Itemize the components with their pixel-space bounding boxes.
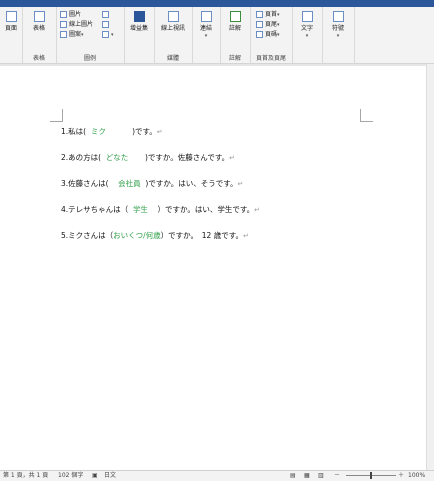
paragraph-mark: ↵ bbox=[229, 154, 235, 162]
vertical-scrollbar[interactable] bbox=[426, 64, 434, 470]
page-number-button[interactable]: 頁碼▾ bbox=[256, 30, 280, 39]
document-page[interactable]: 1.私は( ミク )です。↵ 2.あの方は( どなた )ですか。佐藤さんです。↵… bbox=[0, 66, 426, 470]
margin-corner-top-right bbox=[360, 109, 373, 122]
paragraph-mark: ↵ bbox=[242, 232, 249, 240]
answer: おいくつ/何歳 bbox=[113, 231, 161, 240]
answer: ミク bbox=[90, 127, 106, 136]
online-video-button[interactable]: 線上視訊 bbox=[156, 11, 190, 32]
shapes-button[interactable]: 圖案▾ bbox=[60, 30, 84, 39]
line-1: 1.私は( ミク )です。↵ bbox=[61, 127, 163, 136]
group-illustrations: 圖片 線上圖片 圖案▾ ▾ 圖例 bbox=[56, 7, 125, 63]
answer: 学生 bbox=[132, 205, 148, 214]
table-icon bbox=[33, 11, 45, 22]
margin-corner-top-left bbox=[50, 109, 63, 122]
link-icon bbox=[200, 11, 212, 22]
paragraph-mark: ↵ bbox=[254, 206, 260, 214]
comment-icon bbox=[229, 11, 241, 22]
line-3: 3.佐藤さんは( 会社員 )ですか。はい、そうです。↵ bbox=[61, 179, 244, 188]
page-icon bbox=[5, 11, 17, 22]
shapes-icon bbox=[60, 31, 67, 38]
screenshot-icon bbox=[102, 31, 109, 38]
video-icon bbox=[167, 11, 179, 22]
group-tables: 表格 表格 bbox=[22, 7, 57, 63]
group-links: 連結 ▾ bbox=[192, 7, 221, 63]
group-media: 線上視訊 媒體 bbox=[154, 7, 193, 63]
pictures-button[interactable]: 圖片 bbox=[60, 10, 81, 19]
answer: 会社員 bbox=[118, 179, 141, 188]
online-pictures-button[interactable]: 線上圖片 bbox=[60, 20, 93, 29]
smartart-icon bbox=[102, 11, 109, 18]
group-pages: 頁面 bbox=[0, 7, 23, 63]
paragraph-mark: ↵ bbox=[237, 180, 244, 188]
group-addins: 增益集 bbox=[124, 7, 155, 63]
header-button[interactable]: 頁首▾ bbox=[256, 10, 280, 19]
footer-button[interactable]: 頁尾▾ bbox=[256, 20, 280, 29]
text-button[interactable]: 文字 ▾ bbox=[296, 11, 318, 39]
online-picture-icon bbox=[60, 21, 67, 28]
footer-icon bbox=[256, 21, 263, 28]
line-5: 5.ミクさんは（おいくつ/何歳）ですか。 12 歳です。↵ bbox=[61, 231, 249, 240]
status-bar: 第 1 頁，共 1 頁 102 個字 ▣ 日文 ▤ ▦ ▥ － ＋ 100% bbox=[0, 470, 434, 481]
picture-icon bbox=[60, 11, 67, 18]
screenshot-button[interactable]: ▾ bbox=[102, 30, 114, 39]
group-symbols: 符號 ▾ bbox=[322, 7, 355, 63]
zoom-slider-thumb[interactable] bbox=[370, 472, 372, 479]
page-number-icon bbox=[256, 31, 263, 38]
line-4: 4.テレサちゃんは（ 学生 ）ですか。はい、学生です。↵ bbox=[61, 205, 260, 214]
pages-button[interactable]: 頁面 bbox=[2, 11, 20, 32]
chart-button[interactable] bbox=[102, 20, 111, 29]
chart-icon bbox=[102, 21, 109, 28]
answer: どなた bbox=[105, 153, 129, 162]
header-icon bbox=[256, 11, 263, 18]
textbox-icon bbox=[301, 11, 313, 22]
smartart-button[interactable] bbox=[102, 10, 111, 19]
addins-button[interactable]: 增益集 bbox=[128, 11, 150, 32]
store-icon bbox=[133, 11, 145, 22]
line-2: 2.あの方は( どなた )ですか。佐藤さんです。↵ bbox=[61, 153, 235, 162]
paragraph-mark: ↵ bbox=[156, 128, 163, 136]
group-comments: 註解 註解 bbox=[220, 7, 251, 63]
ribbon-insert: 頁面 表格 表格 圖片 線上圖片 圖案▾ ▾ 圖例 增益集 線上視訊 媒體 連結… bbox=[0, 7, 434, 64]
group-text: 文字 ▾ bbox=[292, 7, 323, 63]
title-bar bbox=[0, 0, 434, 7]
omega-icon bbox=[332, 11, 344, 22]
group-header-footer: 頁首▾ 頁尾▾ 頁碼▾ 頁首及頁尾 bbox=[250, 7, 293, 63]
table-button[interactable]: 表格 bbox=[28, 11, 50, 32]
links-button[interactable]: 連結 ▾ bbox=[195, 11, 217, 39]
comment-button[interactable]: 註解 bbox=[224, 11, 246, 32]
symbols-button[interactable]: 符號 ▾ bbox=[327, 11, 349, 39]
